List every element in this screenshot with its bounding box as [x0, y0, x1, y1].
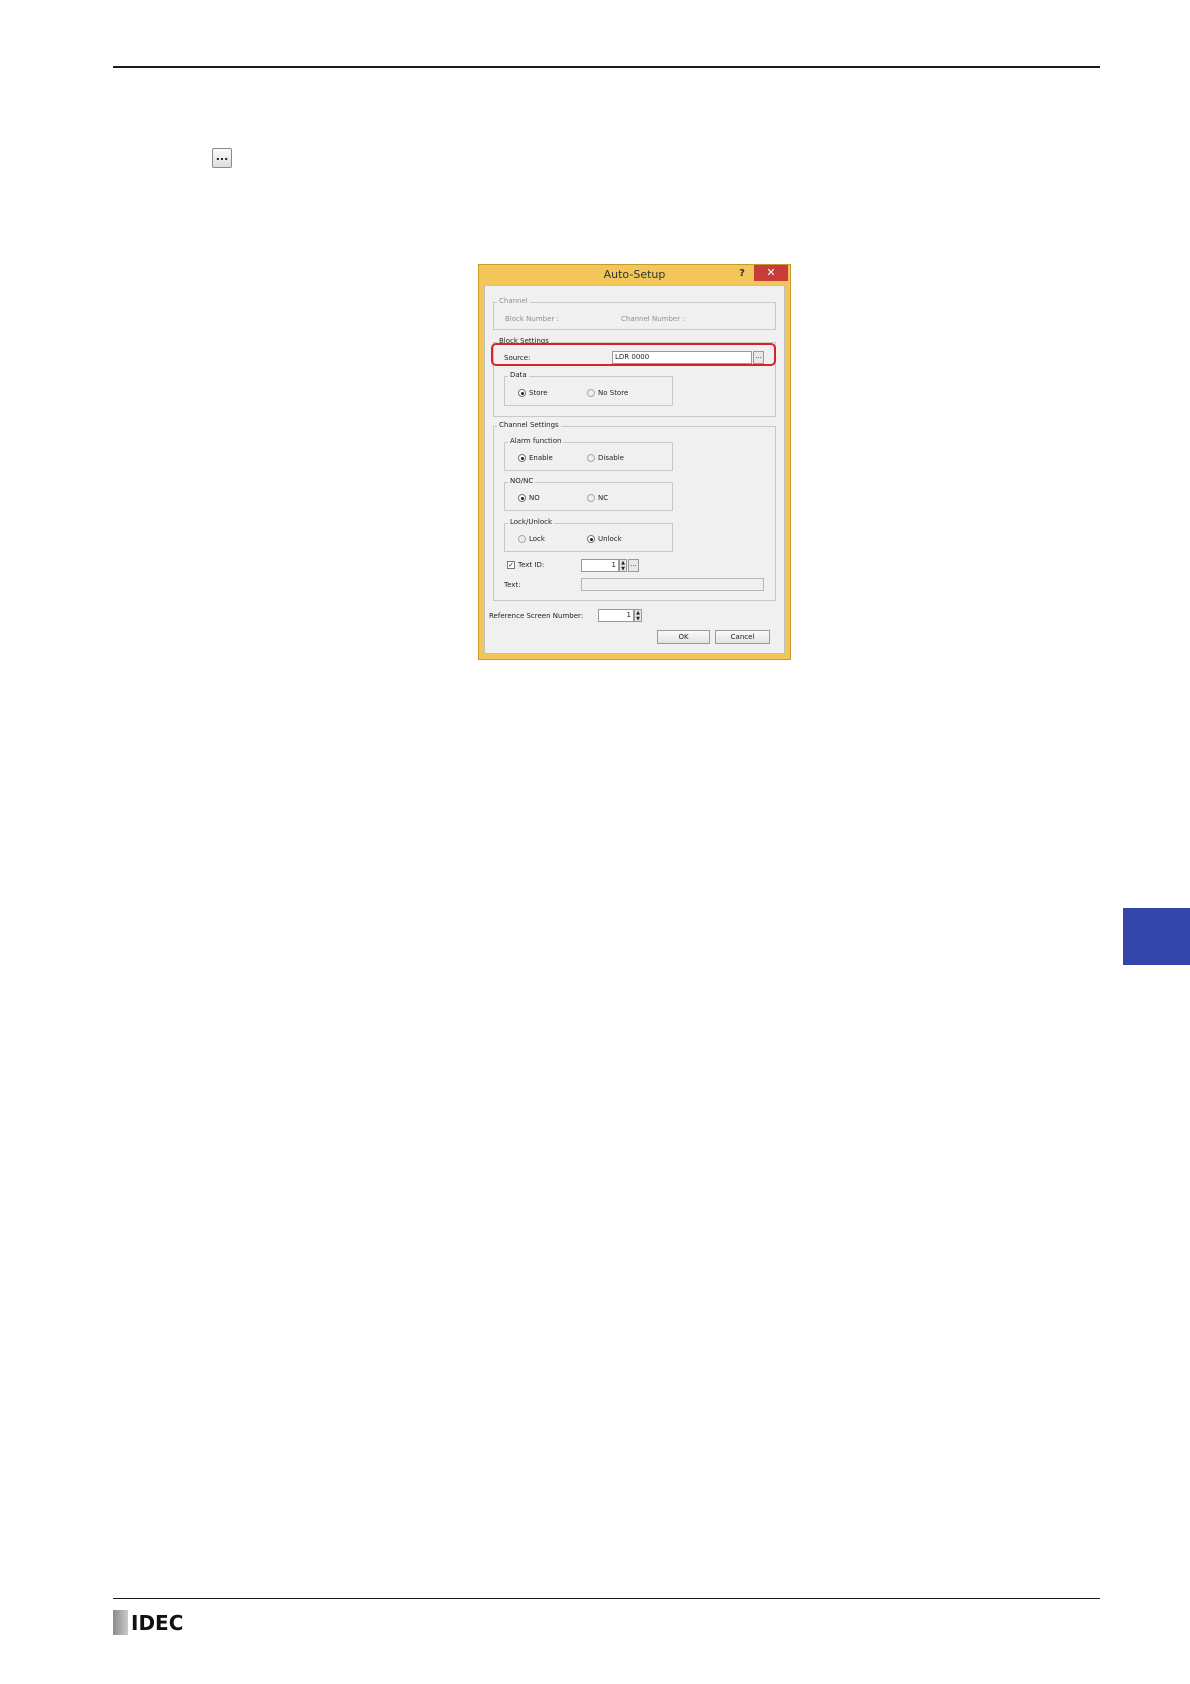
browse-button[interactable]: ... — [212, 148, 232, 168]
text-id-input[interactable]: 1 — [581, 559, 619, 572]
lock-label: Lock — [529, 535, 545, 543]
data-group-label: Data — [508, 370, 529, 380]
store-radio[interactable] — [518, 389, 526, 397]
block-number-label: Block Number : — [505, 315, 559, 323]
lock-unlock-group: Lock/Unlock Lock Unlock — [504, 517, 673, 552]
logo-mark — [113, 1610, 128, 1635]
close-button[interactable]: ✕ — [754, 265, 788, 281]
dialog-client: Channel Block Number : Channel Number : … — [484, 285, 785, 654]
bottom-rule — [113, 1598, 1100, 1599]
data-group: Data Store No Store — [504, 370, 673, 406]
nc-label: NC — [598, 494, 609, 502]
text-field[interactable] — [581, 578, 764, 591]
logo-text: IDEC — [131, 1610, 184, 1635]
text-id-browse-button[interactable]: ... — [628, 559, 639, 572]
no-store-label: No Store — [598, 389, 629, 397]
cancel-button[interactable]: Cancel — [715, 630, 770, 644]
ok-button[interactable]: OK — [657, 630, 710, 644]
no-label: NO — [529, 494, 540, 502]
reference-screen-input[interactable]: 1 — [598, 609, 634, 622]
top-rule — [113, 66, 1100, 68]
enable-label: Enable — [529, 454, 553, 462]
no-nc-group: NO/NC NO NC — [504, 476, 673, 511]
channel-number-label: Channel Number : — [621, 315, 685, 323]
reference-screen-label: Reference Screen Number: — [489, 612, 584, 620]
lock-unlock-label: Lock/Unlock — [508, 517, 555, 527]
channel-group-label: Channel — [497, 296, 530, 306]
disable-radio[interactable] — [587, 454, 595, 462]
source-highlight — [491, 343, 776, 366]
help-button[interactable]: ? — [732, 266, 752, 282]
store-label: Store — [529, 389, 548, 397]
no-radio[interactable] — [518, 494, 526, 502]
chapter-tab — [1123, 908, 1190, 965]
enable-radio[interactable] — [518, 454, 526, 462]
disable-label: Disable — [598, 454, 624, 462]
dialog-titlebar: Auto-Setup ? ✕ — [479, 265, 790, 285]
idec-logo: IDEC — [113, 1610, 183, 1635]
text-id-spinner[interactable]: ▲ ▼ — [619, 559, 627, 572]
lock-radio[interactable] — [518, 535, 526, 543]
unlock-label: Unlock — [598, 535, 622, 543]
no-nc-label: NO/NC — [508, 476, 536, 486]
reference-screen-spinner[interactable]: ▲ ▼ — [634, 609, 642, 622]
alarm-function-label: Alarm function — [508, 436, 564, 446]
channel-group: Channel Block Number : Channel Number : — [493, 296, 776, 330]
alarm-function-group: Alarm function Enable Disable — [504, 436, 673, 471]
no-store-radio[interactable] — [587, 389, 595, 397]
nc-radio[interactable] — [587, 494, 595, 502]
auto-setup-dialog: Auto-Setup ? ✕ Channel Block Number : Ch… — [478, 264, 791, 660]
text-label: Text: — [504, 581, 521, 589]
unlock-radio[interactable] — [587, 535, 595, 543]
text-id-label: Text ID: — [518, 561, 545, 569]
channel-settings-label: Channel Settings — [497, 420, 561, 430]
text-id-checkbox[interactable]: ✓ — [507, 561, 515, 569]
channel-settings-group: Channel Settings Alarm function Enable D… — [493, 420, 776, 601]
